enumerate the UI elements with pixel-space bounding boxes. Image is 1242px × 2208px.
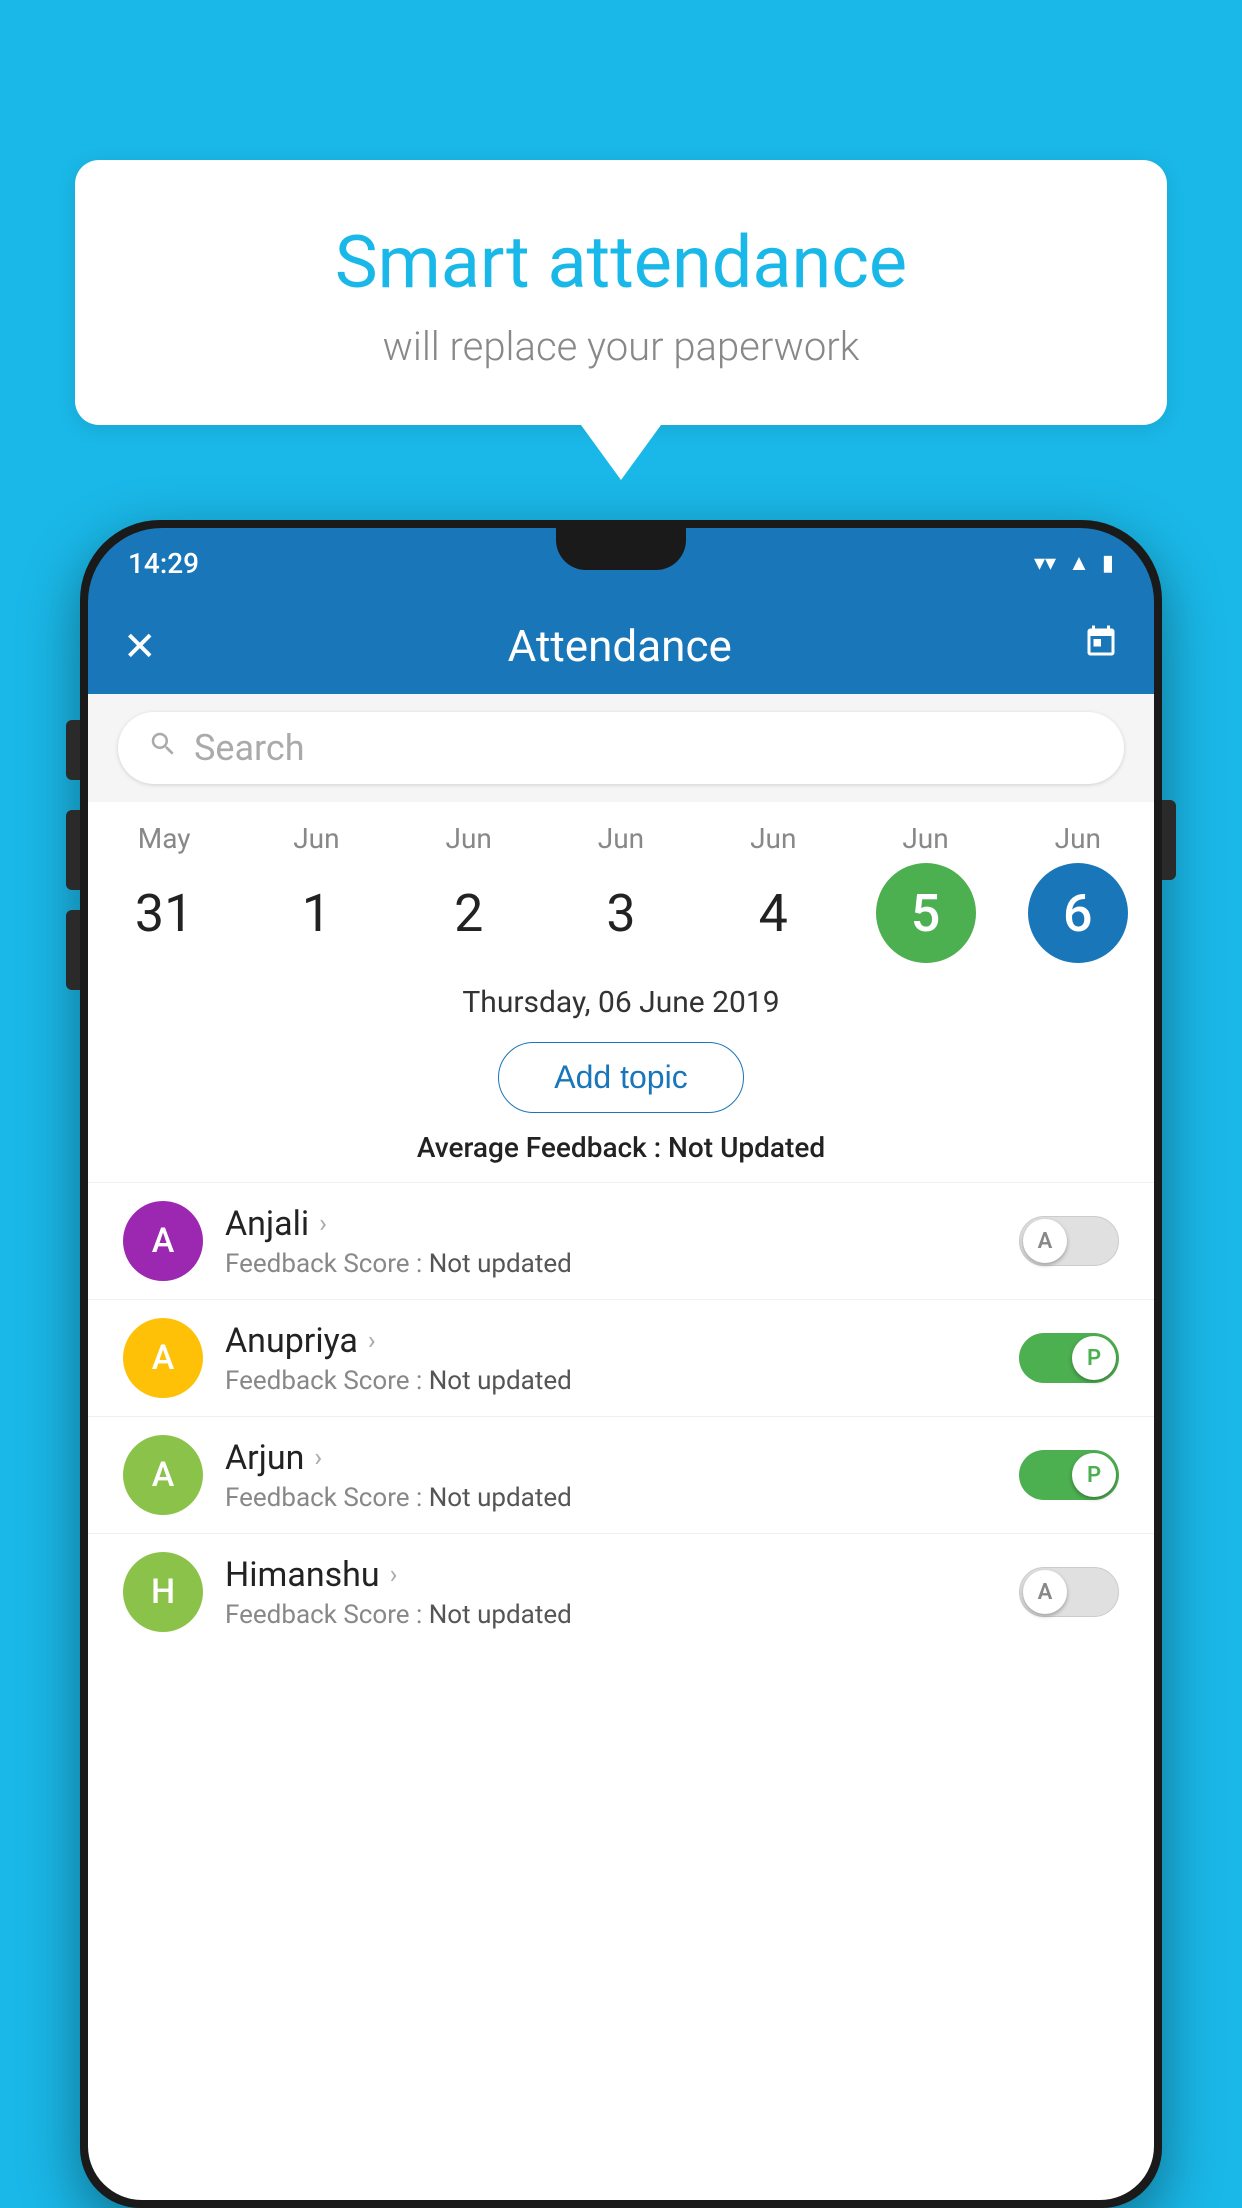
student-item-0[interactable]: A Anjali › Feedback Score : Not updated A <box>88 1182 1154 1299</box>
student-info-3: Himanshu › Feedback Score : Not updated <box>225 1555 997 1630</box>
student-item-3[interactable]: H Himanshu › Feedback Score : Not updated A <box>88 1533 1154 1650</box>
status-bar: 14:29 ▾▾ ▲ ▮ <box>88 528 1154 598</box>
date-item-0[interactable]: May 31 <box>94 822 234 963</box>
avatar-0: A <box>123 1201 203 1281</box>
date-item-3[interactable]: Jun 3 <box>551 822 691 963</box>
status-bar-time: 14:29 <box>128 547 199 580</box>
avatar-2: A <box>123 1435 203 1515</box>
avatar-3: H <box>123 1552 203 1632</box>
attendance-toggle-1[interactable]: P <box>1019 1333 1119 1383</box>
date-item-6[interactable]: Jun 6 <box>1008 822 1148 963</box>
phone-inner: 14:29 ▾▾ ▲ ▮ ✕ Attendance <box>88 528 1154 2200</box>
add-topic-button[interactable]: Add topic <box>498 1042 743 1113</box>
student-name-2[interactable]: Arjun › <box>225 1438 997 1478</box>
search-bar[interactable]: Search <box>118 712 1124 784</box>
date-number-1[interactable]: 1 <box>266 863 366 963</box>
signal-icon: ▲ <box>1068 550 1090 576</box>
date-number-5[interactable]: 5 <box>876 863 976 963</box>
avg-feedback-value: Not Updated <box>668 1131 825 1164</box>
battery-icon: ▮ <box>1102 551 1114 576</box>
speech-bubble-subtitle: will replace your paperwork <box>125 323 1117 370</box>
wifi-icon: ▾▾ <box>1034 551 1056 576</box>
search-input-placeholder[interactable]: Search <box>194 727 305 769</box>
speech-bubble-tail <box>581 425 661 480</box>
date-month-6: Jun <box>1055 822 1101 855</box>
attendance-toggle-3[interactable]: A <box>1019 1567 1119 1617</box>
date-item-4[interactable]: Jun 4 <box>703 822 843 963</box>
student-name-0[interactable]: Anjali › <box>225 1204 997 1244</box>
attendance-toggle-2[interactable]: P <box>1019 1450 1119 1500</box>
date-month-1: Jun <box>293 822 339 855</box>
phone-button-left2 <box>66 810 80 890</box>
toggle-knob-2: P <box>1072 1453 1116 1497</box>
screen-content: Search May 31 Jun 1 Jun 2 Jun 3 Jun 4 Jun 5 Jun 6 Thu… <box>88 694 1154 2200</box>
date-item-5[interactable]: Jun 5 <box>856 822 996 963</box>
chevron-icon-1: › <box>368 1326 376 1356</box>
student-item-2[interactable]: A Arjun › Feedback Score : Not updated P <box>88 1416 1154 1533</box>
app-bar-title: Attendance <box>508 620 732 672</box>
student-feedback-3: Feedback Score : Not updated <box>225 1600 997 1630</box>
selected-date-label: Thursday, 06 June 2019 <box>88 963 1154 1032</box>
student-feedback-0: Feedback Score : Not updated <box>225 1249 997 1279</box>
app-bar: ✕ Attendance <box>88 598 1154 694</box>
student-info-0: Anjali › Feedback Score : Not updated <box>225 1204 997 1279</box>
student-feedback-1: Feedback Score : Not updated <box>225 1366 997 1396</box>
avatar-1: A <box>123 1318 203 1398</box>
close-button[interactable]: ✕ <box>123 623 157 670</box>
avg-feedback-label: Average Feedback : <box>417 1131 661 1164</box>
date-number-6[interactable]: 6 <box>1028 863 1128 963</box>
speech-bubble: Smart attendance will replace your paper… <box>75 160 1167 425</box>
notch <box>556 528 686 570</box>
date-month-2: Jun <box>446 822 492 855</box>
date-number-3[interactable]: 3 <box>571 863 671 963</box>
speech-bubble-title: Smart attendance <box>125 220 1117 305</box>
chevron-icon-2: › <box>314 1443 322 1473</box>
speech-bubble-container: Smart attendance will replace your paper… <box>75 160 1167 480</box>
toggle-knob-0: A <box>1023 1219 1067 1263</box>
date-month-4: Jun <box>750 822 796 855</box>
chevron-icon-0: › <box>319 1209 327 1239</box>
chevron-icon-3: › <box>390 1560 398 1590</box>
student-name-1[interactable]: Anupriya › <box>225 1321 997 1361</box>
date-number-4[interactable]: 4 <box>723 863 823 963</box>
add-topic-container: Add topic <box>88 1032 1154 1131</box>
date-number-2[interactable]: 2 <box>419 863 519 963</box>
search-icon <box>148 729 178 767</box>
search-container: Search <box>88 694 1154 802</box>
calendar-icon[interactable] <box>1083 624 1119 669</box>
student-info-1: Anupriya › Feedback Score : Not updated <box>225 1321 997 1396</box>
phone-button-right <box>1162 800 1176 880</box>
student-item-1[interactable]: A Anupriya › Feedback Score : Not updated P <box>88 1299 1154 1416</box>
student-name-3[interactable]: Himanshu › <box>225 1555 997 1595</box>
date-strip: May 31 Jun 1 Jun 2 Jun 3 Jun 4 Jun 5 Jun 6 <box>88 802 1154 963</box>
toggle-knob-3: A <box>1023 1570 1067 1614</box>
attendance-toggle-0[interactable]: A <box>1019 1216 1119 1266</box>
date-item-2[interactable]: Jun 2 <box>399 822 539 963</box>
phone-button-left3 <box>66 910 80 990</box>
date-month-5: Jun <box>902 822 948 855</box>
date-month-3: Jun <box>598 822 644 855</box>
student-info-2: Arjun › Feedback Score : Not updated <box>225 1438 997 1513</box>
date-month-0: May <box>138 822 191 855</box>
date-number-0[interactable]: 31 <box>114 863 214 963</box>
average-feedback: Average Feedback : Not Updated <box>88 1131 1154 1182</box>
phone-frame: 14:29 ▾▾ ▲ ▮ ✕ Attendance <box>80 520 1162 2208</box>
phone-button-left1 <box>66 720 80 780</box>
status-bar-icons: ▾▾ ▲ ▮ <box>1034 550 1114 576</box>
toggle-knob-1: P <box>1072 1336 1116 1380</box>
student-feedback-2: Feedback Score : Not updated <box>225 1483 997 1513</box>
date-item-1[interactable]: Jun 1 <box>246 822 386 963</box>
student-list: AAnjali ›Feedback Score : Not updatedAAA… <box>88 1182 1154 1650</box>
